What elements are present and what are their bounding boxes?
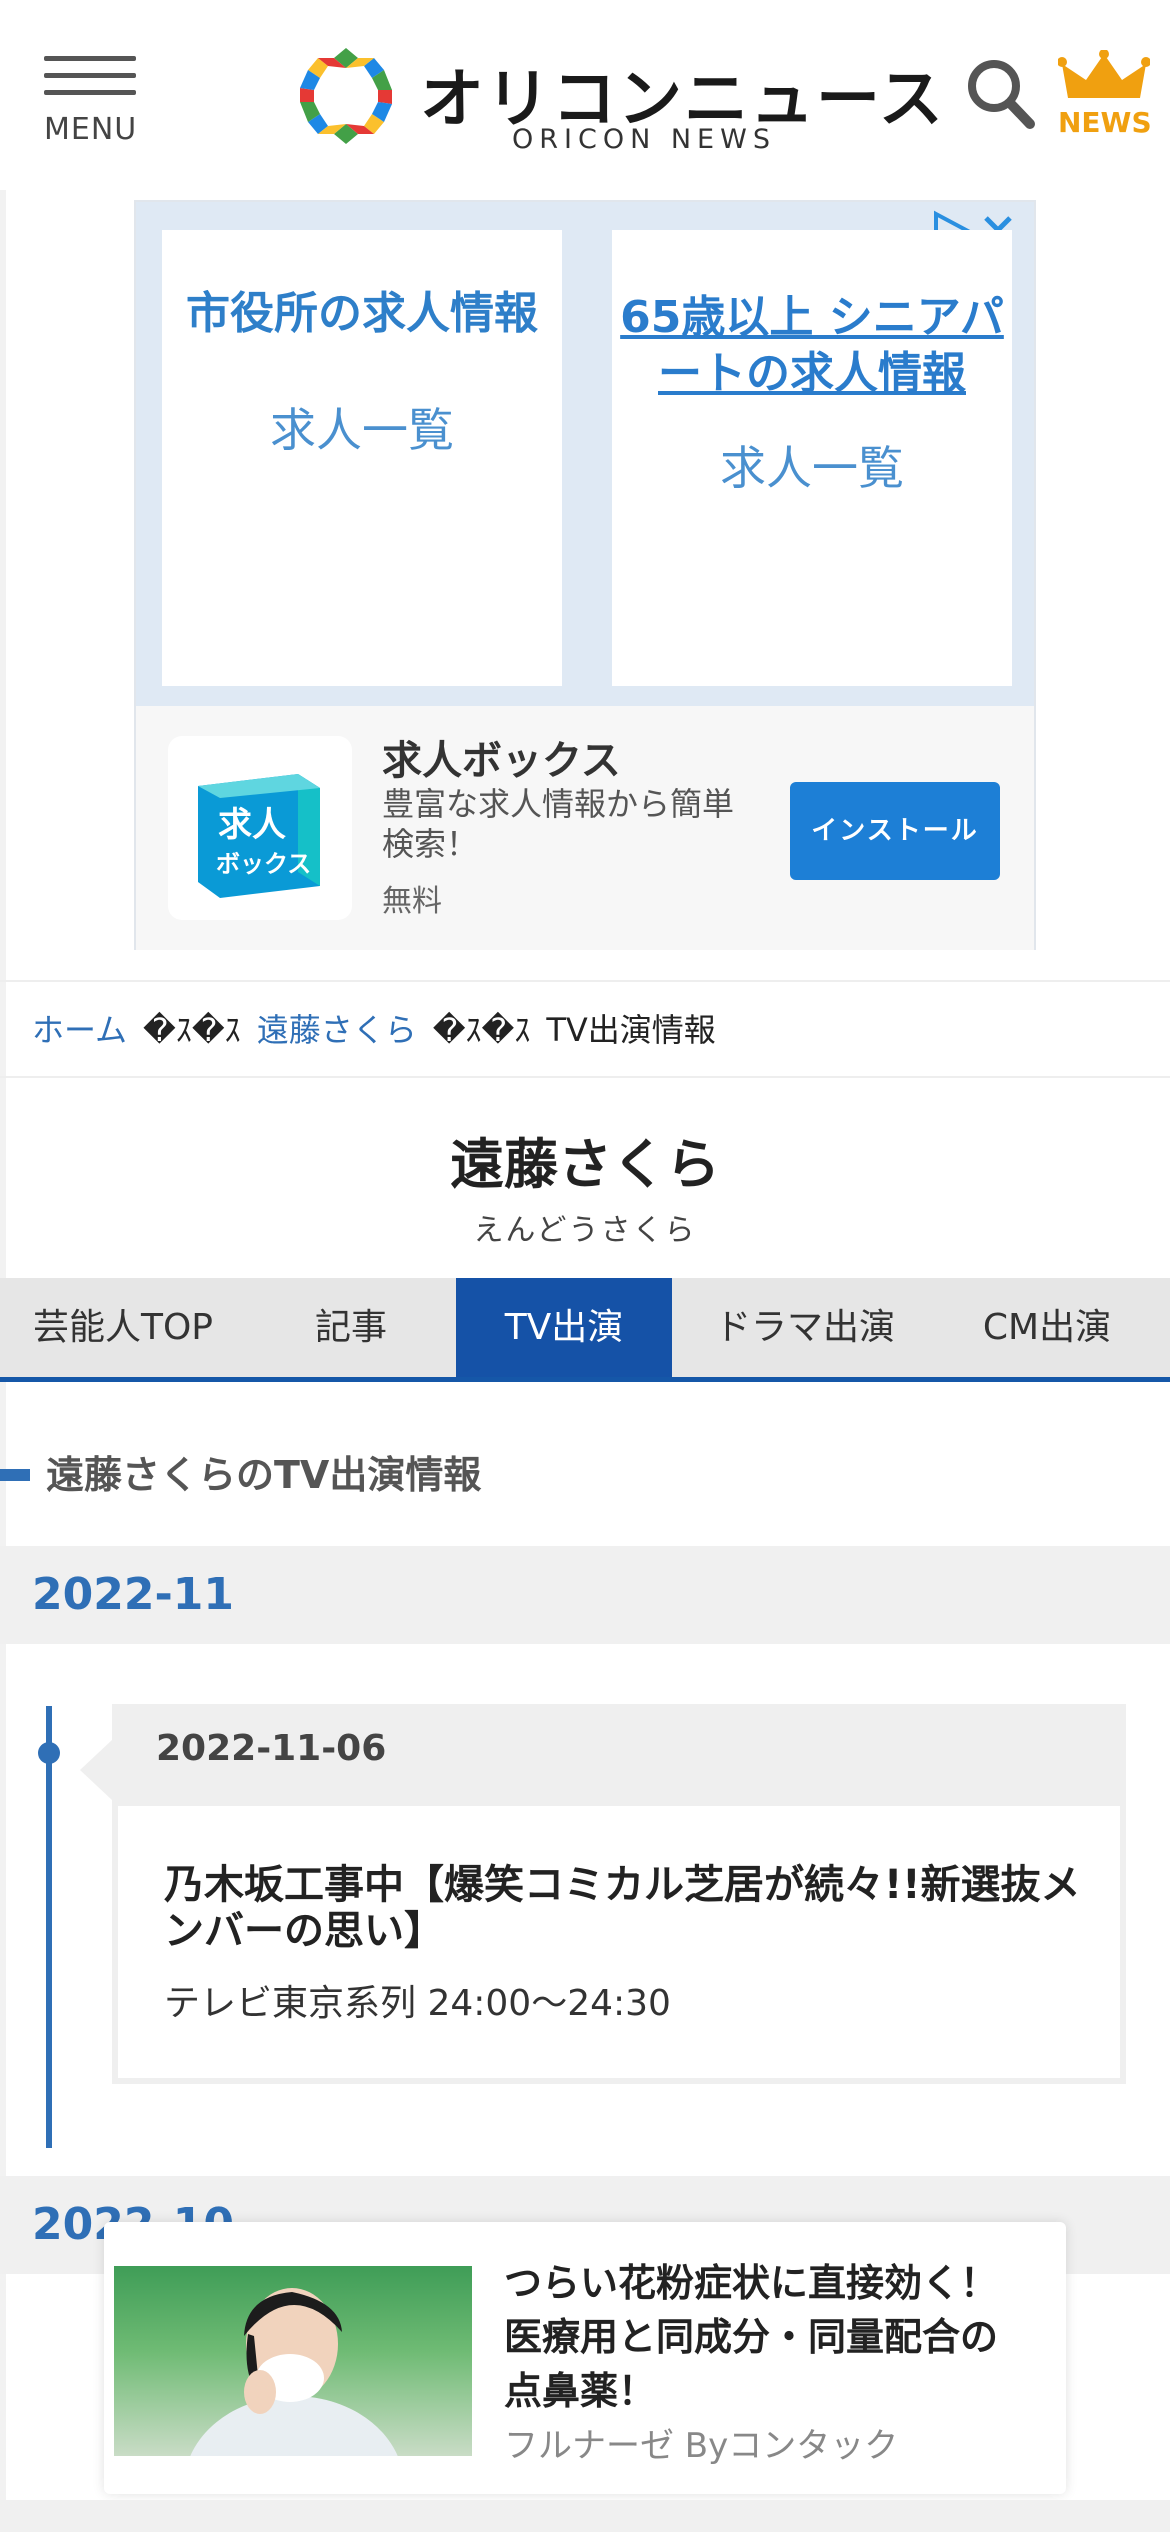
sticky-ad-title: つらい花粉症状に直接効く！医療用と同成分・同量配合の点鼻薬！	[504, 2261, 999, 2413]
sticky-ad-sponsor: フルナーゼ Byコンタック	[504, 2426, 899, 2466]
app-price: 無料	[382, 884, 442, 919]
svg-text:求人: 求人	[218, 805, 286, 845]
person-kana: えんどうさくら	[473, 1213, 697, 1248]
entry-card[interactable]: 乃木坂工事中【爆笑コミカル芝居が続々!!新選抜メンバーの思い】 テレビ東京系列 …	[118, 1806, 1120, 2078]
display-ad[interactable]: 市役所の求人情報 求人一覧 65歳以上 シニアパートの求人情報 求人一覧 求人 …	[134, 200, 1036, 950]
menu-label: MENU	[44, 112, 138, 147]
crown-icon	[1058, 50, 1150, 98]
breadcrumb-separator: �ｽ�ｽ	[432, 1011, 531, 1049]
install-button[interactable]: インストール	[790, 782, 1000, 880]
ad-card-subtitle: 求人一覧	[270, 403, 454, 457]
ad-card-title: 65歳以上 シニアパートの求人情報	[620, 292, 1004, 399]
search-button[interactable]	[966, 58, 1036, 130]
ad-card-city-jobs[interactable]: 市役所の求人情報 求人一覧	[162, 230, 562, 686]
breadcrumb-home-link[interactable]: ホーム	[32, 1011, 127, 1049]
program-title: 乃木坂工事中【爆笑コミカル芝居が続々!!新選抜メンバーの思い】	[164, 1862, 1081, 1954]
month-header: 2022-11	[0, 1546, 1170, 1644]
breadcrumb-person-link[interactable]: 遠藤さくら	[257, 1011, 417, 1049]
tv-entry: 2022-11-06 乃木坂工事中【爆笑コミカル芝居が続々!!新選抜メンバーの思…	[80, 1704, 1126, 2084]
oricon-logo-icon	[300, 48, 392, 144]
breadcrumb-separator: �ｽ�ｽ	[143, 1011, 241, 1049]
app-description: 豊富な求人情報から簡単検索！	[382, 785, 735, 863]
breadcrumb: ホーム �ｽ�ｽ 遠藤さくら �ｽ�ｽ TV出演情報	[0, 980, 1170, 1078]
program-channel-time: テレビ東京系列 24:00〜24:30	[164, 1983, 671, 2024]
menu-button[interactable]: MENU	[44, 56, 138, 147]
tab-drama-appearances[interactable]: ドラマ出演	[672, 1278, 938, 1377]
breadcrumb-current: TV出演情報	[546, 1011, 716, 1049]
sticky-native-ad[interactable]: つらい花粉症状に直接効く！医療用と同成分・同量配合の点鼻薬！ フルナーゼ Byコ…	[104, 2222, 1066, 2494]
ad-card-subtitle: 求人一覧	[720, 441, 904, 495]
ad-image	[114, 2266, 472, 2456]
tab-cm-appearances[interactable]: CM出演	[938, 1278, 1156, 1377]
app-icon: 求人 ボックス	[168, 736, 352, 920]
person-tabs: 芸能人TOP 記事 TV出演 ドラマ出演 CM出演	[0, 1278, 1170, 1382]
kyujin-box-icon: 求人 ボックス	[198, 774, 320, 898]
entry-date: 2022-11-06	[156, 1728, 387, 1769]
timeline-line	[46, 1706, 52, 2148]
person-header: 遠藤さくら えんどうさくら	[0, 1080, 1170, 1276]
person-sneezing-image	[190, 2288, 398, 2456]
section-title: 遠藤さくらのTV出演情報	[0, 1440, 1170, 1510]
svg-text:ボックス: ボックス	[216, 850, 311, 878]
tab-articles[interactable]: 記事	[246, 1278, 456, 1377]
ad-card-title: 市役所の求人情報	[186, 288, 538, 339]
site-header: MENU オリコンニュース ORICON NEWS NEWS	[0, 0, 1170, 190]
entry-pointer	[80, 1740, 112, 1800]
logo-subtext: ORICON NEWS	[512, 124, 776, 155]
hamburger-icon	[44, 56, 136, 95]
app-name: 求人ボックス	[382, 738, 621, 784]
sticky-ad-footer	[0, 2500, 1170, 2532]
timeline-dot	[38, 1742, 60, 1764]
ad-app-promo[interactable]: 求人 ボックス 求人ボックス 豊富な求人情報から簡単検索！ 無料 インストール	[136, 706, 1034, 950]
ad-card-senior-jobs[interactable]: 65歳以上 シニアパートの求人情報 求人一覧	[612, 230, 1012, 686]
tab-celebrity-top[interactable]: 芸能人TOP	[0, 1278, 246, 1377]
person-name: 遠藤さくら	[450, 1133, 720, 1196]
tab-tv-appearances[interactable]: TV出演	[456, 1278, 672, 1377]
ranking-news-button[interactable]: NEWS	[1058, 50, 1152, 146]
oricon-news-logo[interactable]: オリコンニュース ORICON NEWS	[296, 42, 943, 155]
news-label: NEWS	[1058, 106, 1152, 139]
search-icon	[968, 60, 1035, 129]
